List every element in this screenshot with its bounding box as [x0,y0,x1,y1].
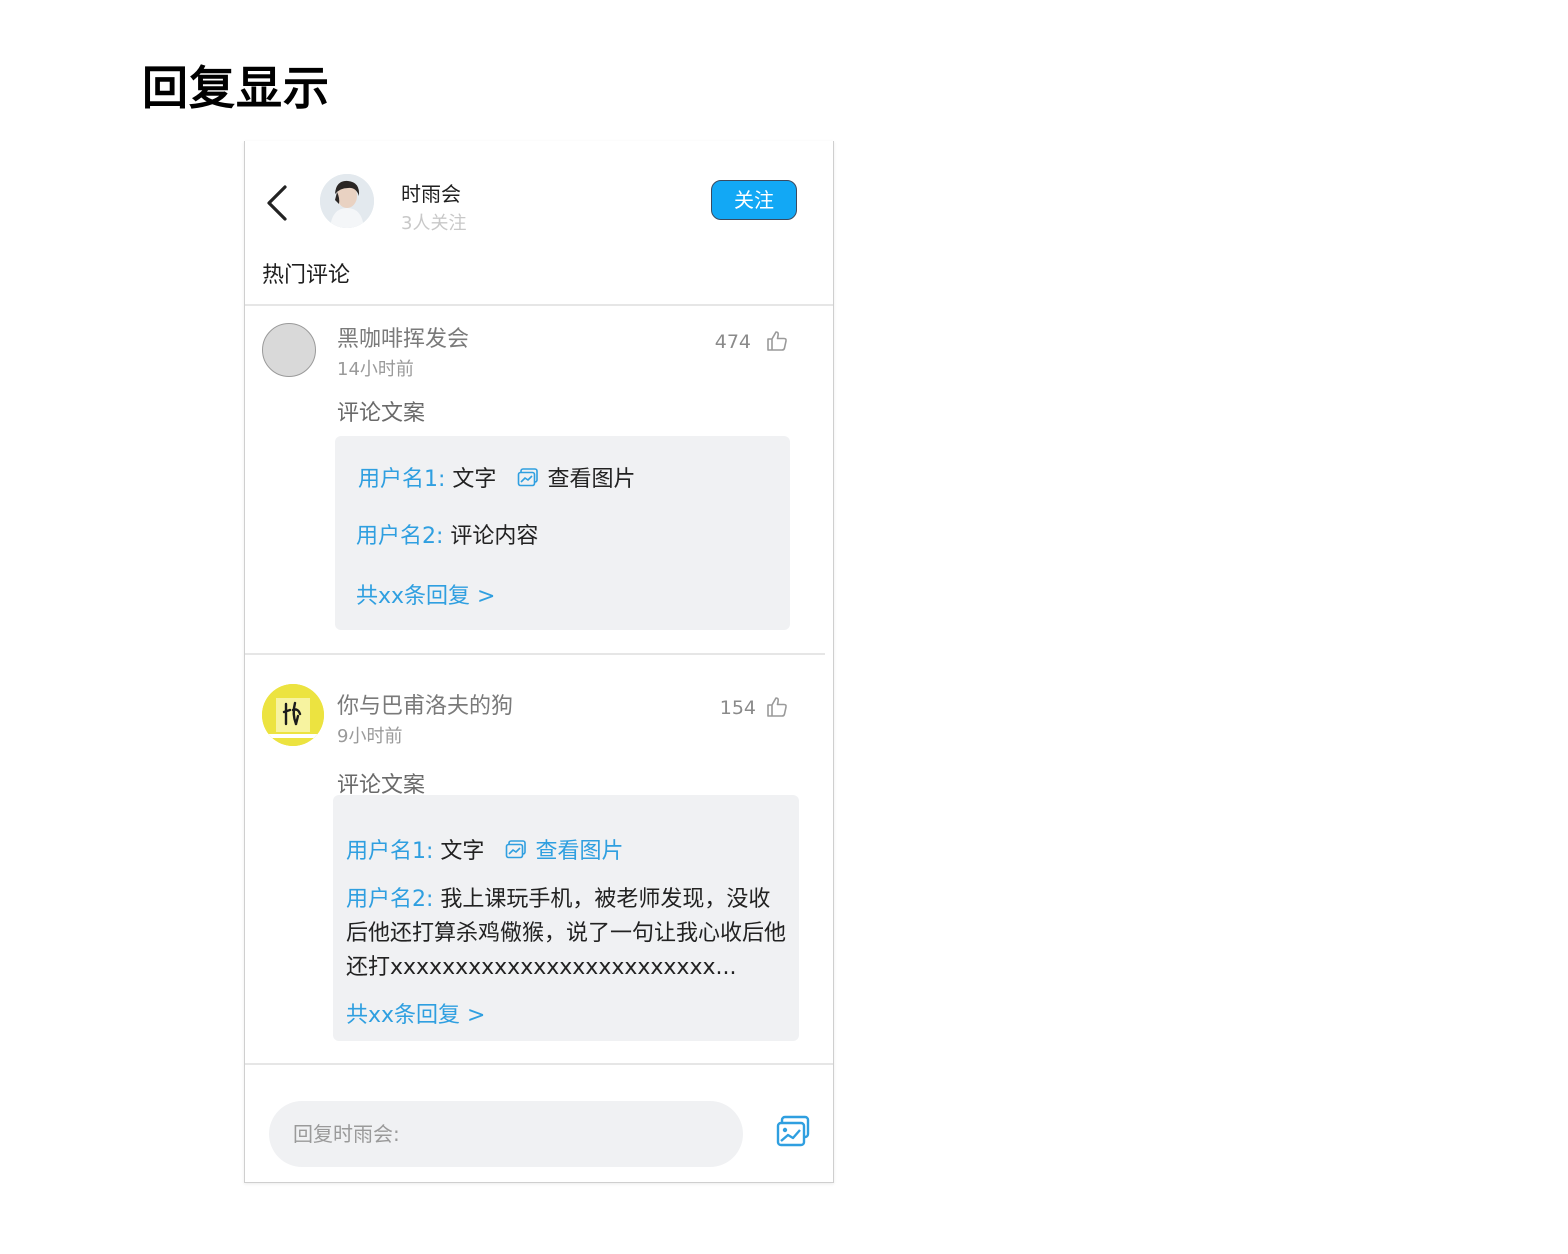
divider [245,304,833,306]
comment-avatar[interactable] [262,323,316,377]
chevron-left-icon[interactable] [263,183,293,223]
page-title: 回复显示 [142,61,330,115]
image-icon [518,468,539,487]
reply-input[interactable] [269,1101,743,1167]
comment-time: 9小时前 [337,726,403,747]
reply-username[interactable]: 用户名2: [346,887,433,912]
reply-item: 用户名2: 我上课玩手机，被老师发现，没收后他还打算杀鸡儆猴，说了一句让我心收后… [346,883,786,985]
follow-button[interactable]: 关注 [711,180,797,220]
reply-text: 评论内容 [450,524,539,549]
section-title: 热门评论 [262,263,351,288]
comment-username[interactable]: 你与巴甫洛夫的狗 [337,688,513,720]
view-image-link[interactable]: 查看图片 [547,467,635,492]
divider [245,653,825,655]
profile-name: 时雨会 [401,182,461,206]
comment-text: 评论文案 [337,401,426,426]
reply-text: 文字 [452,467,497,492]
reply-box: 用户名1: 文字 查看图片 用户名2: 评论内容 共xx条回复 > [335,436,790,630]
reply-box: 用户名1: 文字 查看图片 用户名2: 我上课玩手机，被老师发现，没收后他还打算… [333,795,799,1041]
comment-avatar[interactable] [262,684,324,746]
image-icon[interactable] [775,1115,811,1149]
view-image-link[interactable]: 查看图片 [535,839,623,864]
thumbs-up-icon[interactable] [765,695,789,719]
like-count: 154 [719,697,756,719]
reply-item: 用户名2: 评论内容 [356,518,538,550]
reply-username[interactable]: 用户名2: [356,524,443,549]
reply-item: 用户名1: 文字 查看图片 [358,461,635,493]
reply-text: 文字 [440,839,485,864]
comment-username[interactable]: 黑咖啡挥发会 [337,321,469,353]
reply-item: 用户名1: 文字 查看图片 [346,833,623,865]
more-replies-link[interactable]: 共xx条回复 > [356,578,495,610]
profile-avatar[interactable] [320,174,374,228]
reply-username[interactable]: 用户名1: [358,467,445,492]
thumbs-up-icon[interactable] [765,329,789,353]
more-replies-link[interactable]: 共xx条回复 > [346,997,485,1029]
reply-username[interactable]: 用户名1: [346,839,433,864]
follower-count: 3人关注 [401,213,467,234]
image-icon [506,840,527,859]
like-count: 474 [714,331,751,353]
comment-time: 14小时前 [337,359,414,380]
divider [245,1063,833,1065]
phone-screen: 时雨会 3人关注 关注 热门评论 黑咖啡挥发会 14小时前 474 评论文案 用… [244,141,834,1183]
